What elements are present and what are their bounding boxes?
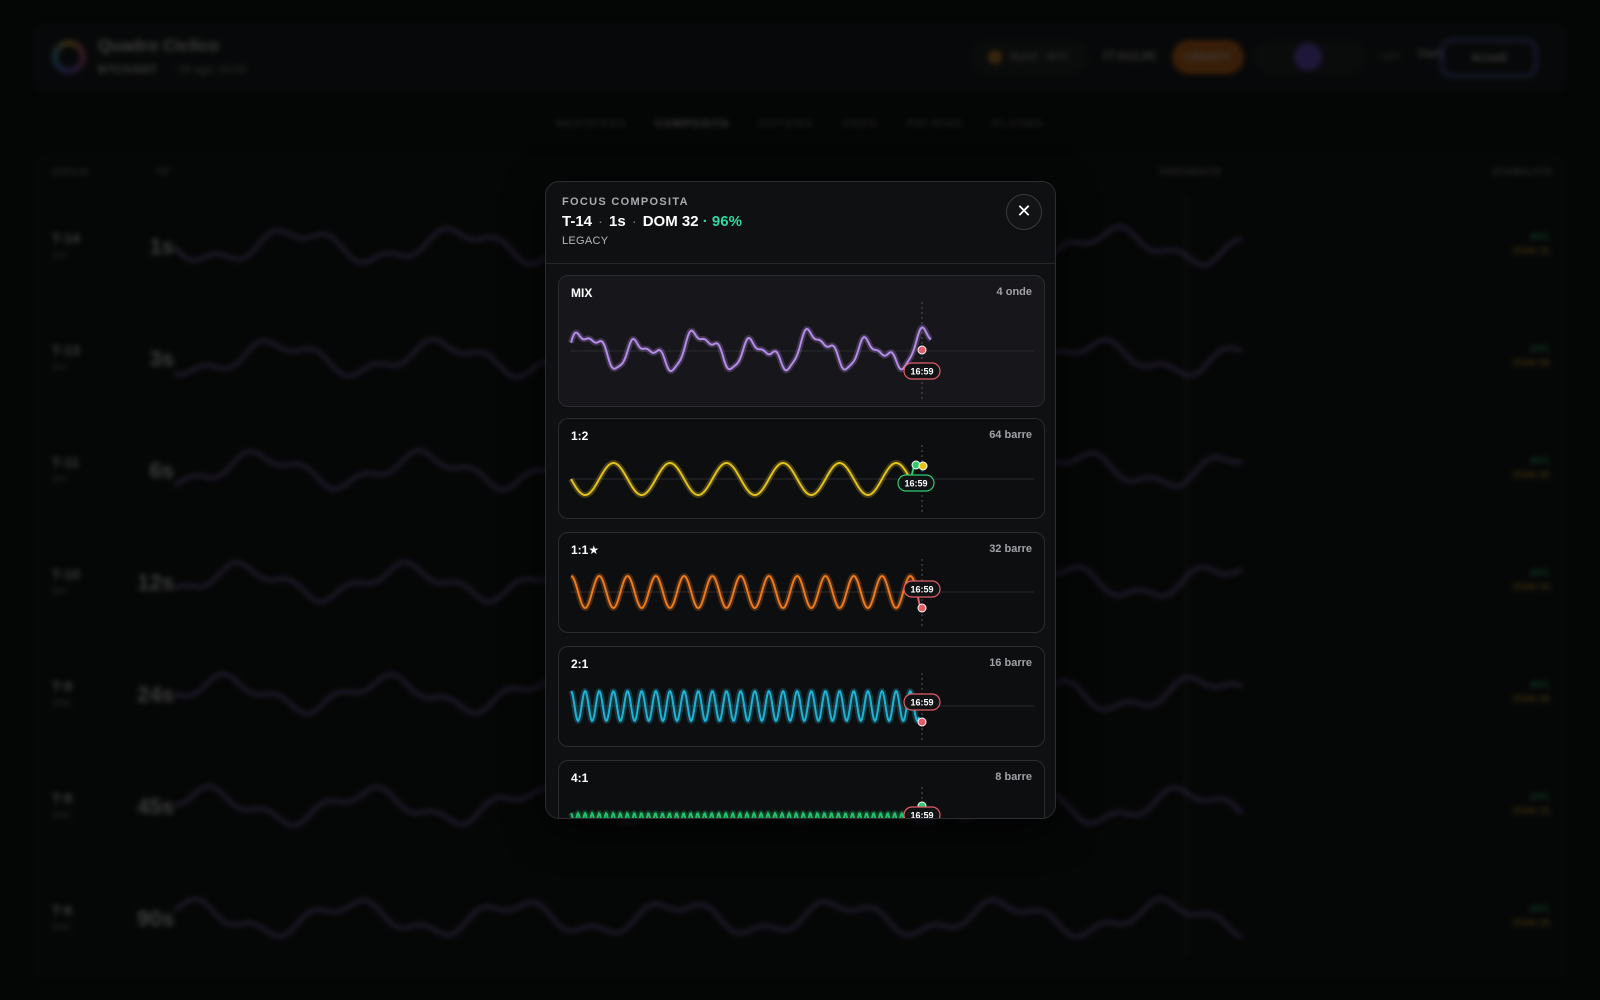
harmonic-2-1-chart: 16:59: [568, 673, 1034, 740]
wave-card-mix[interactable]: 16:59 MIX 4 onde: [558, 275, 1045, 407]
svg-text:16:59: 16:59: [910, 367, 933, 377]
wave-card-label: MIX: [571, 286, 593, 300]
wave-card-meta: 16 barre: [989, 657, 1032, 669]
mode-label: LEGACY: [562, 235, 609, 247]
time-tag: 16:59: [903, 580, 941, 598]
wave-card-1-2[interactable]: 16:59 1:2 64 barre: [558, 418, 1045, 519]
marker-dot: [917, 603, 927, 613]
wave-card-1-1[interactable]: 16:59 1:1★ 32 barre: [558, 532, 1045, 633]
cycle-id: T-14: [562, 213, 593, 230]
wave-card-label: 1:2: [571, 429, 589, 443]
wave-card-label: 4:1: [571, 771, 589, 785]
modal-title: T-14 · 1s · DOM 32 · 96%: [562, 213, 742, 230]
dominant-period: DOM 32: [642, 213, 699, 230]
wave-card-meta: 8 barre: [995, 771, 1032, 783]
time-tag: 16:59: [903, 693, 941, 711]
timeframe: 1s: [609, 213, 626, 230]
wave-card-label: 1:1★: [571, 543, 600, 557]
wave-card-meta: 64 barre: [989, 429, 1032, 441]
harmonic-1-2-chart: 16:59: [568, 445, 1034, 512]
svg-text:16:59: 16:59: [910, 585, 933, 595]
marker-dot: [918, 461, 928, 471]
time-tag: 16:59: [897, 474, 935, 492]
mix-wave-chart: 16:59: [568, 302, 1034, 400]
focus-modal: FOCUS COMPOSITA T-14 · 1s · DOM 32 · 96% LEG…: [545, 181, 1056, 819]
wave-card-4-1[interactable]: 16:59 4:1 8 barre: [558, 760, 1045, 820]
wave-card-label: 2:1: [571, 657, 589, 671]
wave-card-meta: 32 barre: [989, 543, 1032, 555]
marker-dot: [917, 345, 927, 355]
close-button[interactable]: ✕: [1006, 194, 1042, 230]
harmonic-1-1-chart: 16:59: [569, 559, 1034, 626]
harmonic-4-1-chart: 16:59: [568, 787, 941, 820]
wave-card-2-1[interactable]: 16:59 2:1 16 barre: [558, 646, 1045, 747]
time-tag: 16:59: [903, 362, 941, 380]
modal-eyebrow: FOCUS COMPOSITA: [562, 196, 689, 208]
close-icon: ✕: [1016, 201, 1032, 221]
svg-text:16:59: 16:59: [904, 479, 927, 489]
wave-card-meta: 4 onde: [996, 286, 1032, 298]
stability-percent: · 96%: [702, 213, 742, 230]
modal-header: FOCUS COMPOSITA T-14 · 1s · DOM 32 · 96% LEG…: [546, 182, 1055, 264]
time-tag: 16:59: [903, 806, 941, 820]
svg-text:16:59: 16:59: [910, 698, 933, 708]
marker-dot: [917, 717, 927, 727]
svg-text:16:59: 16:59: [910, 811, 933, 820]
